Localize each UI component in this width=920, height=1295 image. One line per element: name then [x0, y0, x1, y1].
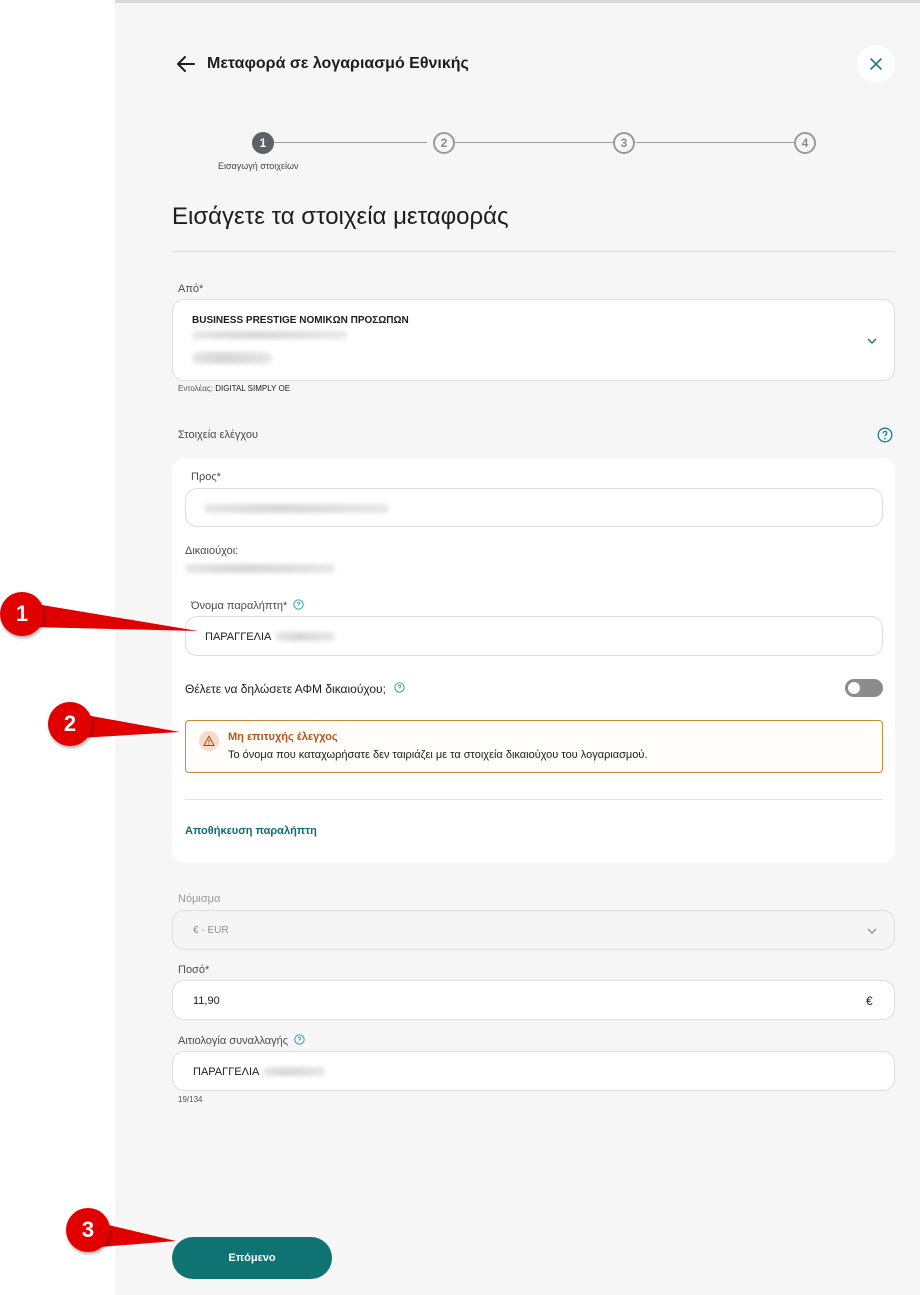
- step-1: 1: [252, 132, 274, 154]
- step-2: 2: [433, 132, 455, 154]
- warning-icon: [199, 731, 219, 751]
- currency-value: € - EUR: [193, 925, 229, 936]
- to-input[interactable]: [185, 488, 883, 527]
- card-divider: [185, 799, 883, 800]
- next-button[interactable]: Επόμενο: [172, 1237, 332, 1279]
- beneficiaries-blurred: [185, 564, 335, 573]
- transfer-panel: Μεταφορά σε λογαριασμό Εθνικής 1 2 3 4 Ε…: [115, 0, 920, 1295]
- reason-counter: 19/134: [178, 1095, 203, 1104]
- orderer: Εντολέας: DIGITAL SIMPLY OE: [178, 384, 290, 393]
- warning-text: Το όνομα που καταχωρήσατε δεν ταιριάζει …: [228, 749, 648, 761]
- warning-box: Μη επιτυχής έλεγχος Το όνομα που καταχωρ…: [185, 720, 883, 773]
- help-icon[interactable]: [294, 1034, 305, 1045]
- stepper-line: [274, 142, 427, 143]
- recipient-name-label-row: Όνομα παραλήπτη*: [191, 599, 304, 612]
- from-label: Από*: [178, 283, 204, 295]
- beneficiaries-label: Δικαιούχοι:: [185, 545, 239, 557]
- vat-question-row: Θέλετε να δηλώσετε ΑΦΜ δικαιούχου;: [185, 682, 405, 696]
- recipient-name-blurred: [275, 632, 335, 641]
- reason-blurred: [263, 1067, 325, 1076]
- amount-input[interactable]: 11,90 €: [172, 980, 895, 1020]
- warning-title: Μη επιτυχής έλεγχος: [228, 731, 338, 743]
- save-recipient-link[interactable]: Αποθήκευση παραλήπτη: [185, 825, 317, 837]
- orderer-value: DIGITAL SIMPLY OE: [215, 384, 291, 393]
- reason-label: Αιτιολογία συναλλαγής: [178, 1035, 289, 1047]
- currency-symbol: €: [866, 994, 873, 1008]
- to-iban-blurred: [204, 504, 389, 513]
- section-heading: Εισάγετε τα στοιχεία μεταφοράς: [172, 203, 509, 230]
- step-3: 3: [613, 132, 635, 154]
- amount-label: Ποσό*: [178, 964, 210, 976]
- orderer-label: Εντολέας:: [178, 384, 213, 393]
- chevron-down-icon: [867, 928, 877, 935]
- help-icon[interactable]: [394, 682, 405, 693]
- recipient-name-label: Όνομα παραλήπτη*: [191, 600, 288, 612]
- help-icon[interactable]: [877, 427, 893, 443]
- callout-badge-2: 2: [48, 702, 92, 746]
- vat-question: Θέλετε να δηλώσετε ΑΦΜ δικαιούχου;: [185, 682, 386, 696]
- stepper-line: [636, 142, 794, 143]
- currency-select[interactable]: € - EUR: [172, 910, 895, 950]
- recipient-name-value: ΠΑΡΑΓΓΕΛΙΑ: [205, 631, 272, 643]
- recipient-name-input[interactable]: ΠΑΡΑΓΓΕΛΙΑ: [185, 616, 883, 656]
- callout-badge-1: 1: [0, 592, 44, 636]
- reason-input[interactable]: ΠΑΡΑΓΓΕΛΙΑ: [172, 1051, 895, 1091]
- account-balance-blurred: [192, 352, 272, 364]
- amount-value: 11,90: [193, 995, 220, 1007]
- help-icon[interactable]: [293, 599, 304, 610]
- account-name: BUSINESS PRESTIGE ΝΟΜΙΚΩΝ ΠΡΟΣΩΠΩΝ: [192, 315, 409, 326]
- from-account-select[interactable]: BUSINESS PRESTIGE ΝΟΜΙΚΩΝ ΠΡΟΣΩΠΩΝ: [172, 299, 895, 381]
- reason-label-row: Αιτιολογία συναλλαγής: [178, 1034, 305, 1047]
- currency-label: Νόμισμα: [178, 893, 221, 905]
- stepper-line: [455, 142, 613, 143]
- step-label: Εισαγωγή στοιχείων: [218, 161, 299, 171]
- close-icon: [870, 58, 882, 70]
- back-arrow-icon[interactable]: [175, 53, 197, 75]
- close-button[interactable]: [857, 45, 895, 83]
- step-4: 4: [794, 132, 816, 154]
- control-section-label: Στοιχεία ελέγχου: [178, 429, 258, 441]
- callout-badge-3: 3: [66, 1208, 110, 1252]
- divider: [172, 251, 895, 252]
- page-title: Μεταφορά σε λογαριασμό Εθνικής: [207, 55, 469, 72]
- chevron-down-icon: [867, 338, 877, 345]
- to-label: Προς*: [191, 471, 221, 483]
- account-iban-blurred: [192, 331, 347, 339]
- alert-triangle-icon: [203, 735, 215, 746]
- vat-toggle[interactable]: [845, 679, 883, 697]
- reason-value: ΠΑΡΑΓΓΕΛΙΑ: [193, 1066, 260, 1078]
